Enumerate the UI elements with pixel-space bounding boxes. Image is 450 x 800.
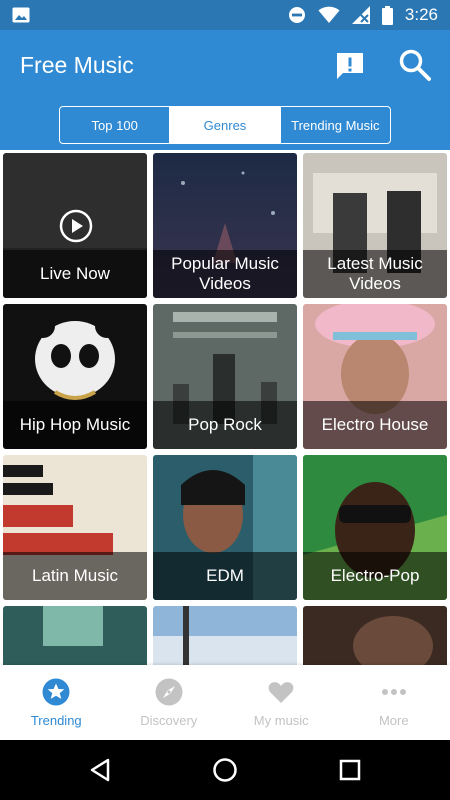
do-not-disturb-icon: [288, 7, 305, 23]
genre-label: EDM: [153, 552, 297, 600]
wifi-icon: [318, 6, 340, 23]
nav-discovery[interactable]: Discovery: [113, 665, 226, 740]
home-icon[interactable]: [211, 756, 239, 784]
clock: 3:26: [404, 5, 438, 24]
genre-tile-electro-pop[interactable]: Electro-Pop: [303, 455, 447, 600]
battery-icon: [381, 5, 393, 25]
bottom-navigation: Trending Discovery My music More: [0, 665, 450, 740]
category-tabs: Top 100 Genres Trending Music: [59, 106, 391, 144]
genre-label: Popular Music Videos: [153, 250, 297, 298]
nav-label: Discovery: [140, 713, 198, 728]
status-bar: 3:26: [0, 0, 450, 30]
genre-label: Live Now: [3, 250, 147, 298]
tab-top-100[interactable]: Top 100: [60, 107, 169, 143]
genre-tile[interactable]: [3, 606, 147, 665]
nav-label: Trending: [30, 713, 82, 728]
recents-icon[interactable]: [336, 756, 364, 784]
tile-image: [3, 606, 147, 665]
genre-label: Electro House: [303, 401, 447, 449]
genre-tile[interactable]: [303, 606, 447, 665]
signal-off-icon: [351, 6, 370, 24]
tile-image: [303, 606, 447, 665]
genre-label: Hip Hop Music: [3, 401, 147, 449]
nav-more[interactable]: More: [338, 665, 450, 740]
genre-tile-live-now[interactable]: Live Now: [3, 153, 147, 298]
app-title: Free Music: [20, 52, 134, 78]
feedback-icon[interactable]: [334, 50, 366, 82]
genre-tile[interactable]: [153, 606, 297, 665]
system-navigation-bar: [0, 740, 450, 800]
image-icon: [12, 7, 30, 23]
tab-trending-music[interactable]: Trending Music: [279, 107, 390, 143]
genre-tile-popular-music-videos[interactable]: Popular Music Videos: [153, 153, 297, 298]
compass-icon: [155, 678, 182, 706]
app-bar: Free Music Top 100 Genres Trending Music: [0, 30, 450, 150]
heart-icon: [268, 682, 294, 703]
genre-label: Latest Music Videos: [303, 250, 447, 298]
back-icon[interactable]: [86, 756, 114, 784]
nav-label: My music: [253, 713, 309, 728]
tab-genres[interactable]: Genres: [169, 107, 280, 143]
genre-tile-pop-rock[interactable]: Pop Rock: [153, 304, 297, 449]
more-dots-icon: [381, 689, 406, 695]
nav-my-music[interactable]: My music: [225, 665, 338, 740]
star-icon: [42, 678, 70, 706]
tile-image: [153, 606, 297, 665]
genre-tile-electro-house[interactable]: Electro House: [303, 304, 447, 449]
genre-tile-edm[interactable]: EDM: [153, 455, 297, 600]
genre-grid: Live Now Popular Music Videos Latest Mus…: [0, 150, 450, 665]
nav-trending[interactable]: Trending: [0, 665, 113, 740]
genre-label: Pop Rock: [153, 401, 297, 449]
genre-tile-hip-hop-music[interactable]: Hip Hop Music: [3, 304, 147, 449]
genre-label: Latin Music: [3, 552, 147, 600]
genre-tile-latin-music[interactable]: Latin Music: [3, 455, 147, 600]
genre-label: Electro-Pop: [303, 552, 447, 600]
genre-tile-latest-music-videos[interactable]: Latest Music Videos: [303, 153, 447, 298]
play-icon: [59, 209, 93, 243]
search-icon[interactable]: [398, 48, 432, 82]
nav-label: More: [378, 713, 409, 728]
